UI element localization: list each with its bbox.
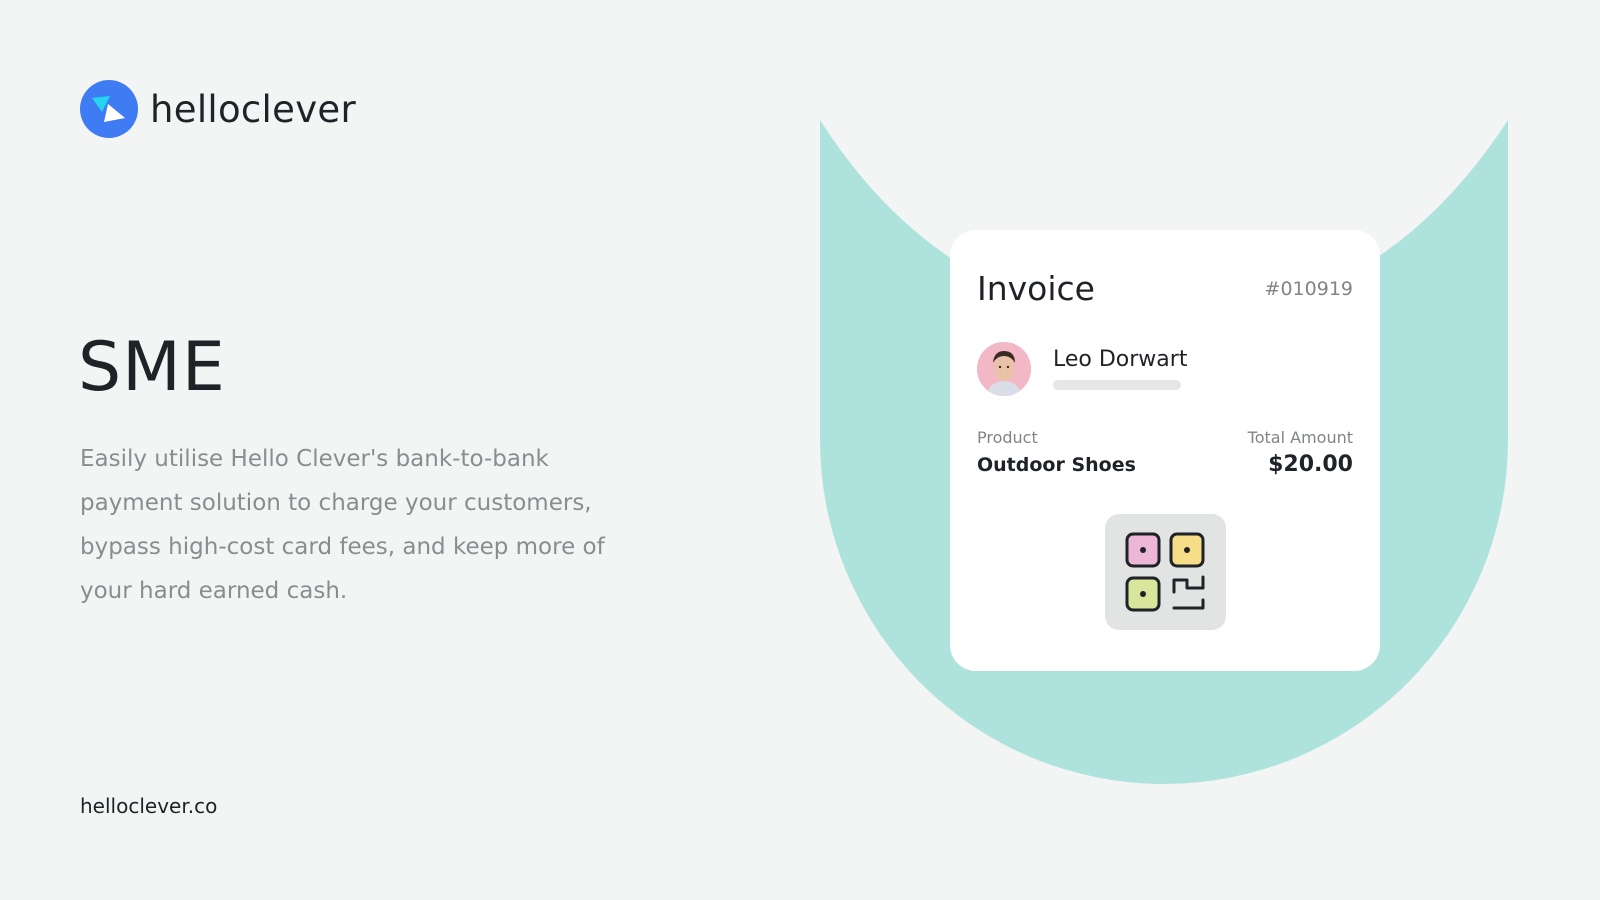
qr-code-icon [1125, 532, 1205, 612]
total-amount-value: $20.00 [1268, 452, 1353, 477]
qr-code-button[interactable] [1105, 514, 1226, 630]
brand-name: helloclever [150, 87, 356, 131]
invoice-card: Invoice #010919 Leo Dorwart Product Outd… [950, 230, 1380, 671]
hero-description: Easily utilise Hello Clever's bank-to-ba… [80, 446, 605, 604]
avatar [977, 342, 1031, 396]
footer-website-link[interactable]: helloclever.co [80, 794, 217, 818]
page-title: SME [78, 328, 226, 407]
customer-detail-placeholder [1053, 380, 1181, 390]
product-value: Outdoor Shoes [977, 454, 1136, 476]
product-label: Product [977, 428, 1038, 447]
invoice-number: #010919 [1264, 278, 1353, 300]
total-amount-label: Total Amount [1247, 428, 1353, 447]
brand-logo[interactable]: helloclever [80, 80, 356, 138]
invoice-title: Invoice [977, 269, 1095, 308]
customer-name: Leo Dorwart [1053, 347, 1188, 372]
helloclever-logo-icon [80, 80, 138, 138]
